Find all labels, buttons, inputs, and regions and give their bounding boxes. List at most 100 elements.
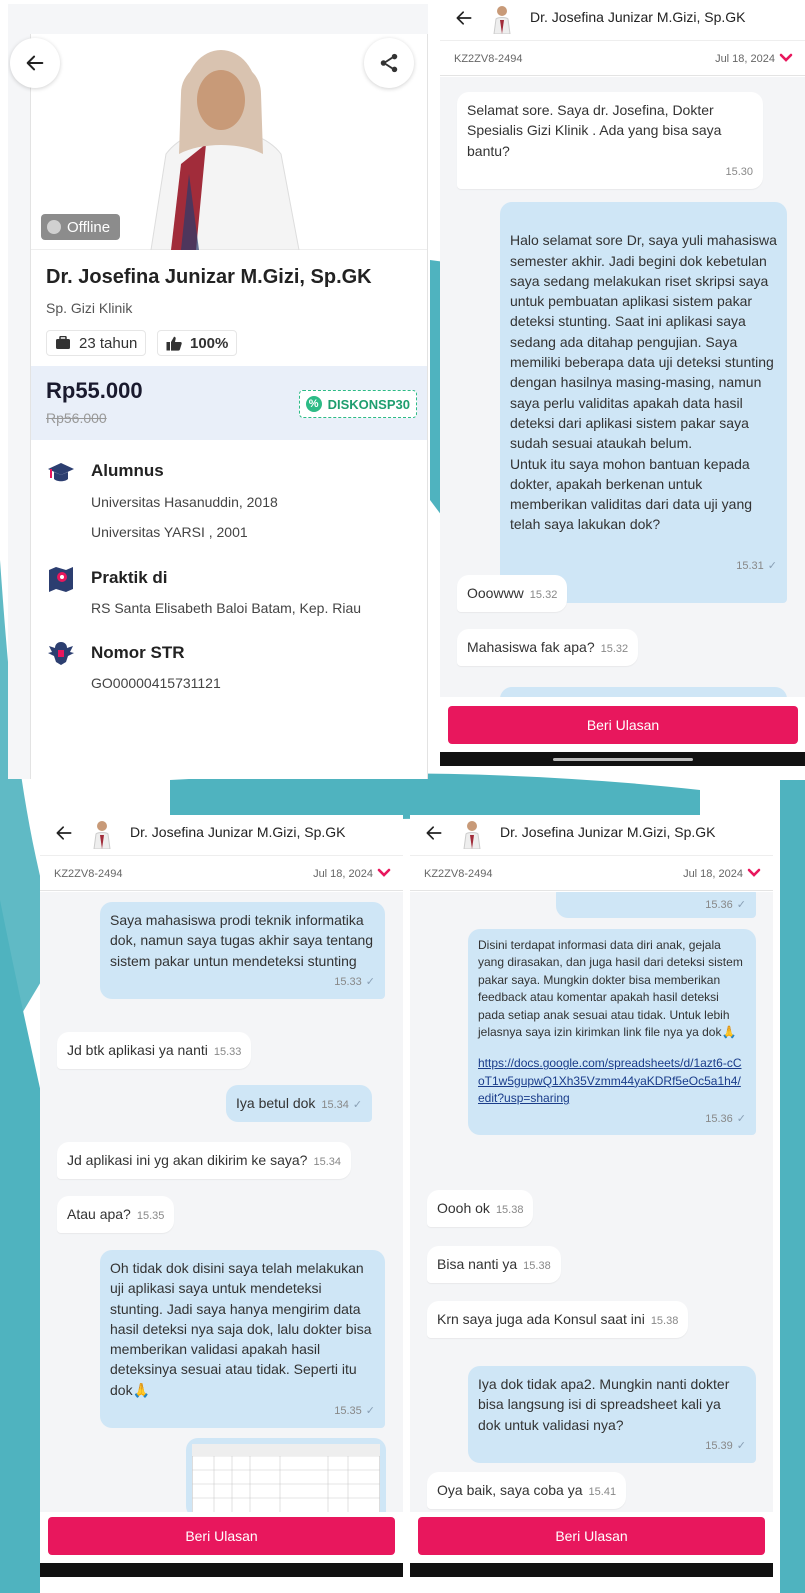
promo-code-tag[interactable]: % DISKONSP30 (298, 390, 417, 418)
chevron-down-icon[interactable] (747, 867, 761, 879)
rating-chip: 100% (157, 330, 238, 356)
status-label: Offline (67, 218, 111, 236)
message-time: 15.38 (523, 1260, 551, 1272)
message-time: 15.38 (650, 1315, 679, 1327)
message-out: Halo selamat sore Dr, saya yuli mahasisw… (500, 202, 787, 604)
back-arrow-icon[interactable] (424, 823, 444, 843)
doctor-card: Offline Dr. Josefina Junizar M.Gizi, Sp.… (30, 34, 428, 779)
message-in: Atau apa? 15.35 (57, 1196, 175, 1233)
doctor-specialty: Sp. Gizi Klinik (46, 300, 133, 316)
sent-check-icon: ✓ (352, 1099, 363, 1111)
chat-doctor-name: Dr. Josefina Junizar M.Gizi, Sp.GK (500, 824, 716, 840)
message-text: Halo selamat sore Dr, saya yuli mahasisw… (510, 232, 777, 533)
system-nav-bar (440, 752, 805, 766)
message-text: Mahasiswa fak apa? (467, 639, 595, 655)
chat-messages: 15.36 ✓ Disini terdapat informasi data di… (410, 892, 773, 1512)
message-time: 15.39 (705, 1439, 733, 1452)
map-pin-icon (49, 567, 73, 592)
share-icon (380, 53, 398, 73)
chat-doctor-name: Dr. Josefina Junizar M.Gizi, Sp.GK (530, 9, 746, 25)
consult-date: Jul 18, 2024 (715, 53, 775, 65)
doctor-avatar (493, 6, 511, 34)
message-time: 15.36 (705, 1112, 733, 1125)
briefcase-icon (56, 336, 70, 349)
consult-info-bar[interactable]: KZ2ZV8-2494 Jul 18, 2024 (410, 855, 773, 891)
system-nav-bar (410, 1563, 773, 1577)
message-text: Krn saya juga ada Konsul saat ini (437, 1311, 645, 1327)
message-time: 15.38 (495, 1204, 524, 1216)
message-in: Mahasiswa fak apa? 15.32 (457, 629, 639, 666)
chat-panel-1: Dr. Josefina Junizar M.Gizi, Sp.GK KZ2ZV… (440, 0, 805, 770)
chat-messages: Saya mahasiswa prodi teknik informatika … (40, 892, 403, 1512)
doctor-avatar (93, 821, 111, 849)
consult-date: Jul 18, 2024 (313, 868, 373, 880)
chevron-down-icon[interactable] (377, 867, 391, 879)
practice-title: Praktik di (91, 568, 168, 587)
sent-check-icon: ✓ (736, 1439, 746, 1452)
message-time: 15.30 (725, 165, 753, 178)
message-in: Krn saya juga ada Konsul saat ini 15.38 (427, 1301, 689, 1338)
message-time: 15.33 (213, 1046, 242, 1058)
promo-code: DISKONSP30 (327, 396, 410, 412)
message-in: Ooowww 15.32 (457, 575, 568, 612)
message-in: Jd btk aplikasi ya nanti 15.33 (57, 1032, 252, 1069)
message-in: Oooh ok 15.38 (427, 1190, 534, 1227)
consult-code: KZ2ZV8-2494 (424, 868, 493, 880)
message-in: Oya baik, saya coba ya 15.41 (427, 1472, 627, 1509)
back-arrow-icon[interactable] (454, 8, 474, 28)
sent-check-icon: ✓ (736, 899, 746, 911)
back-button[interactable] (10, 38, 60, 88)
sent-check-icon: ✓ (736, 1112, 746, 1125)
spreadsheet-thumbnail (191, 1443, 381, 1512)
review-button[interactable]: Beri Ulasan (48, 1517, 395, 1555)
message-text: Oya baik, saya coba ya (437, 1482, 583, 1498)
sent-check-icon: ✓ (365, 1405, 375, 1418)
message-text: Atau apa? (67, 1206, 131, 1222)
old-price: Rp56.000 (46, 410, 107, 426)
consult-info-bar[interactable]: KZ2ZV8-2494 Jul 18, 2024 (40, 855, 403, 891)
message-time: 15.32 (600, 643, 629, 655)
message-out: 15.36 ✓ (556, 892, 756, 918)
message-time: 15.34 (321, 1099, 349, 1111)
sent-check-icon: ✓ (365, 975, 375, 988)
home-indicator[interactable] (552, 758, 693, 761)
message-out: Oh tidak dok disini saya telah melakukan… (100, 1250, 385, 1429)
spreadsheet-link[interactable]: https://docs.google.com/spreadsheets/d/1… (478, 1055, 746, 1107)
message-time: 15.36 (705, 899, 733, 911)
message-text: Bisa nanti ya (437, 1256, 518, 1272)
consult-date: Jul 18, 2024 (683, 868, 743, 880)
message-text: Jd btk aplikasi ya nanti (67, 1042, 208, 1058)
consult-code: KZ2ZV8-2494 (454, 53, 523, 65)
share-button[interactable] (364, 38, 414, 88)
message-time: 15.35 (334, 1405, 362, 1418)
offline-status-badge: Offline (41, 214, 121, 240)
message-time: 15.41 (588, 1486, 617, 1498)
back-arrow-icon[interactable] (54, 823, 74, 843)
message-in: Jd aplikasi ini yg akan dikirim ke saya?… (57, 1142, 351, 1179)
rating-value: 100% (190, 334, 229, 352)
alumni-item: Universitas Hasanuddin, 2018 (91, 494, 278, 510)
message-in: Bisa nanti ya 15.38 (427, 1246, 561, 1283)
consult-code: KZ2ZV8-2494 (54, 868, 123, 880)
chevron-down-icon[interactable] (779, 52, 793, 64)
chat-header: Dr. Josefina Junizar M.Gizi, Sp.GK (410, 815, 773, 853)
price: Rp55.000 (46, 378, 143, 403)
graduation-cap-icon (48, 463, 74, 482)
str-number: GO00000415731121 (91, 675, 221, 691)
consult-info-bar[interactable]: KZ2ZV8-2494 Jul 18, 2024 (440, 40, 805, 76)
message-text: Jd aplikasi ini yg akan dikirim ke saya? (67, 1152, 308, 1168)
image-attachment[interactable] (186, 1438, 386, 1512)
message-time: 15.33 (334, 975, 362, 988)
review-button[interactable]: Beri Ulasan (448, 706, 798, 744)
message-time: 15.31 (736, 560, 764, 573)
price-section: Rp55.000 Rp56.000 % DISKONSP30 (31, 366, 427, 440)
experience-chip: 23 tahun (46, 330, 147, 356)
alumni-title: Alumnus (91, 461, 164, 480)
doctor-profile-panel: Offline Dr. Josefina Junizar M.Gizi, Sp.… (8, 4, 428, 779)
message-text: Selamat sore. Saya dr. Josefina, Dokter … (467, 102, 722, 159)
review-button[interactable]: Beri Ulasan (418, 1517, 765, 1555)
system-nav-bar (40, 1563, 403, 1577)
doctor-name: Dr. Josefina Junizar M.Gizi, Sp.GK (46, 266, 372, 288)
practice-place: RS Santa Elisabeth Baloi Batam, Kep. Ria… (91, 600, 362, 616)
message-text: Oh tidak dok disini saya telah melakukan… (110, 1260, 372, 1398)
